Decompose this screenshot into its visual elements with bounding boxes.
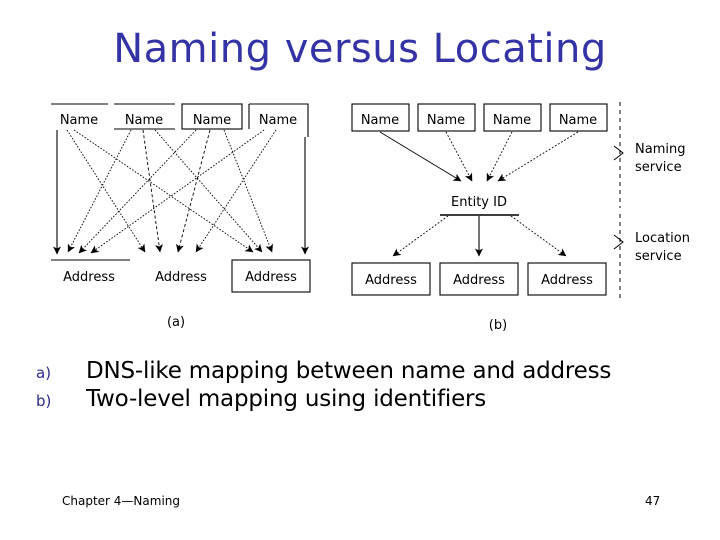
diagram-a-caption: (a) xyxy=(167,315,185,330)
arrow-b-n1-to-entity xyxy=(379,131,462,182)
arrow-a-n1-to-addr3 xyxy=(73,129,254,253)
name-box-b2: Name xyxy=(417,103,476,132)
address-box-b2: Address xyxy=(439,262,519,296)
page-number: 47 xyxy=(645,494,661,508)
service-label-location-line2: service xyxy=(635,249,682,264)
name-box-a3: Name xyxy=(181,103,243,130)
arrow-a-n2-to-addr3 xyxy=(154,129,263,253)
naming-locating-figure: Name Name Name Name Address Address Addr… xyxy=(51,102,690,333)
slide-canvas: Naming versus Locating Name Name Name Na… xyxy=(0,0,720,540)
name-box-b4: Name xyxy=(549,103,608,132)
name-box-a4: Name xyxy=(248,103,309,137)
entity-id-node: Entity ID xyxy=(440,195,519,216)
entity-id-label: Entity ID xyxy=(451,195,507,210)
address-box-a1-label: Address xyxy=(63,270,115,285)
name-box-b3-label: Name xyxy=(493,113,531,128)
address-box-b3: Address xyxy=(527,262,607,296)
name-box-b3: Name xyxy=(483,103,542,132)
name-box-a1-label: Name xyxy=(60,113,98,128)
diagram-a-name-boxes: Name Name Name Name xyxy=(51,103,309,137)
address-box-a1: Address xyxy=(51,259,130,285)
address-box-a2: Address xyxy=(155,270,207,285)
address-box-a3-label: Address xyxy=(245,270,297,285)
name-box-a1: Name xyxy=(51,103,108,128)
brace-arrow-location-icon xyxy=(613,234,624,250)
service-label-naming-line1: Naming xyxy=(635,142,685,157)
address-box-a3: Address xyxy=(231,259,311,293)
bullet-list: a) DNS-like mapping between name and add… xyxy=(36,358,696,414)
bullet-marker-a: a) xyxy=(36,364,52,382)
brace-arrow-naming-icon xyxy=(613,145,624,161)
name-box-b1: Name xyxy=(351,103,410,132)
name-box-a2-label: Name xyxy=(125,113,163,128)
arrow-b-n2-to-entity xyxy=(445,131,473,182)
diagram-a: Name Name Name Name Address Address Addr… xyxy=(51,103,311,330)
arrow-a-n2-to-addr1 xyxy=(67,129,132,253)
arrow-a-n2-to-addr2 xyxy=(142,129,163,253)
diagram-b-diverge-arrows xyxy=(392,215,567,257)
bullet-item-a: a) DNS-like mapping between name and add… xyxy=(36,358,696,384)
arrow-b-n3-to-entity xyxy=(486,131,513,182)
diagram-b-converge-arrows xyxy=(379,131,579,182)
arrow-b-entity-to-addr3 xyxy=(510,215,567,257)
arrow-a-n1-to-addr2 xyxy=(66,129,146,253)
bullet-text-a: DNS-like mapping between name and addres… xyxy=(86,358,612,384)
name-box-b1-label: Name xyxy=(361,113,399,128)
diagram-b-name-boxes: Name Name Name Name xyxy=(351,103,608,132)
name-box-b4-label: Name xyxy=(559,113,597,128)
address-box-a2-label: Address xyxy=(155,270,207,285)
service-label-naming-line2: service xyxy=(635,160,682,175)
bullet-item-b: b) Two-level mapping using identifiers xyxy=(36,386,696,412)
service-divider xyxy=(613,102,624,302)
arrow-b-n4-to-entity xyxy=(497,131,579,182)
arrow-b-entity-to-addr1 xyxy=(392,215,449,257)
address-box-b1: Address xyxy=(351,262,431,296)
name-box-a3-label: Name xyxy=(193,113,231,128)
page-title: Naming versus Locating xyxy=(113,26,607,72)
diagram-b-caption: (b) xyxy=(489,318,507,333)
address-box-b3-label: Address xyxy=(541,273,593,288)
name-box-a2: Name xyxy=(114,103,175,130)
service-label-naming: Naming service xyxy=(635,142,685,175)
address-box-b2-label: Address xyxy=(453,273,505,288)
service-label-location: Location service xyxy=(635,231,690,264)
diagram-a-arrows xyxy=(53,129,309,255)
bullet-text-b: Two-level mapping using identifiers xyxy=(86,386,487,412)
arrow-a-n3-to-addr3 xyxy=(223,129,273,253)
figure-container: Name Name Name Name Address Address Addr… xyxy=(0,96,720,342)
name-box-b2-label: Name xyxy=(427,113,465,128)
arrow-a-n4-to-addr1 xyxy=(90,129,265,254)
address-box-b1-label: Address xyxy=(365,273,417,288)
diagram-b: Name Name Name Name Entity ID Address Ad… xyxy=(351,102,690,333)
arrow-a-n3-to-addr1 xyxy=(78,129,197,254)
arrow-a-n3-to-addr2 xyxy=(176,129,211,253)
diagram-a-address-boxes: Address Address Address xyxy=(51,259,311,293)
name-box-a4-label: Name xyxy=(259,113,297,128)
footer-chapter-label: Chapter 4—Naming xyxy=(62,494,181,508)
diagram-b-address-boxes: Address Address Address xyxy=(351,262,607,296)
service-label-location-line1: Location xyxy=(635,231,690,246)
bullet-marker-b: b) xyxy=(36,392,52,410)
